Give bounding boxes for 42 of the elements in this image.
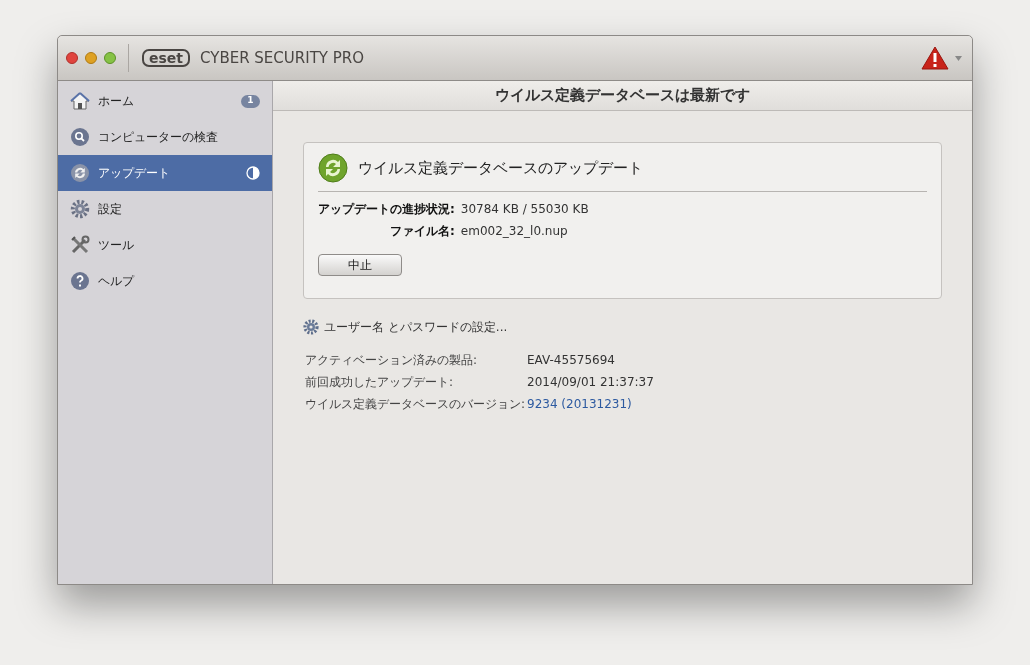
field-value: em002_32_l0.nup [460,223,569,240]
info-label: アクティベーション済みの製品: [305,352,479,369]
credentials-settings-link[interactable]: ユーザー名 とパスワードの設定... [324,318,508,336]
field-value: 30784 KB / 55030 KB [460,201,590,218]
gear-icon [303,319,319,335]
sidebar-label: ヘルプ [98,273,136,290]
refresh-icon [318,153,348,183]
search-icon [70,127,90,147]
info-value: 2014/09/01 21:37:37 [527,374,655,391]
logo: eset [142,49,190,67]
panel-title: ウイルス定義データベースのアップデート [358,157,643,179]
page-header: ウイルス定義データベースは最新です [273,81,972,111]
stop-button[interactable]: 中止 [318,254,402,276]
count-badge: 1 [241,94,260,108]
info-value: EAV-45575694 [527,352,616,369]
help-icon [70,271,90,291]
dropdown-caret-icon[interactable] [955,55,962,61]
refresh-icon [70,163,90,183]
minimize-button[interactable] [85,52,97,64]
info-label: ウイルス定義データベースのバージョン: [305,396,527,413]
version-link[interactable]: 9234 (20131231) [527,395,942,413]
app-title: CYBER SECURITY PRO [200,47,364,69]
warning-icon[interactable] [921,46,949,70]
field-label: ファイル名: [389,223,455,240]
sidebar-item[interactable]: ヘルプ [58,263,272,299]
sidebar-label: ホーム [98,93,135,110]
sidebar-item[interactable]: コンピューターの検査 [58,119,272,155]
sidebar-label: 設定 [98,201,123,218]
info-label: 前回成功したアップデート: [305,374,455,391]
sidebar-label: コンピューターの検査 [98,129,219,146]
sidebar-item[interactable]: ホーム 1 [58,83,272,119]
zoom-button[interactable] [104,52,116,64]
sidebar-item[interactable]: アップデート [58,155,272,191]
field-label: アップデートの進捗状況: [318,201,455,218]
sidebar-item[interactable]: ツール [58,227,272,263]
house-icon [70,91,90,111]
tools-icon [70,235,90,255]
sidebar-item[interactable]: 設定 [58,191,272,227]
gear-icon [70,199,90,219]
sidebar-label: ツール [98,237,135,254]
close-button[interactable] [66,52,78,64]
sidebar-label: アップデート [98,165,171,182]
